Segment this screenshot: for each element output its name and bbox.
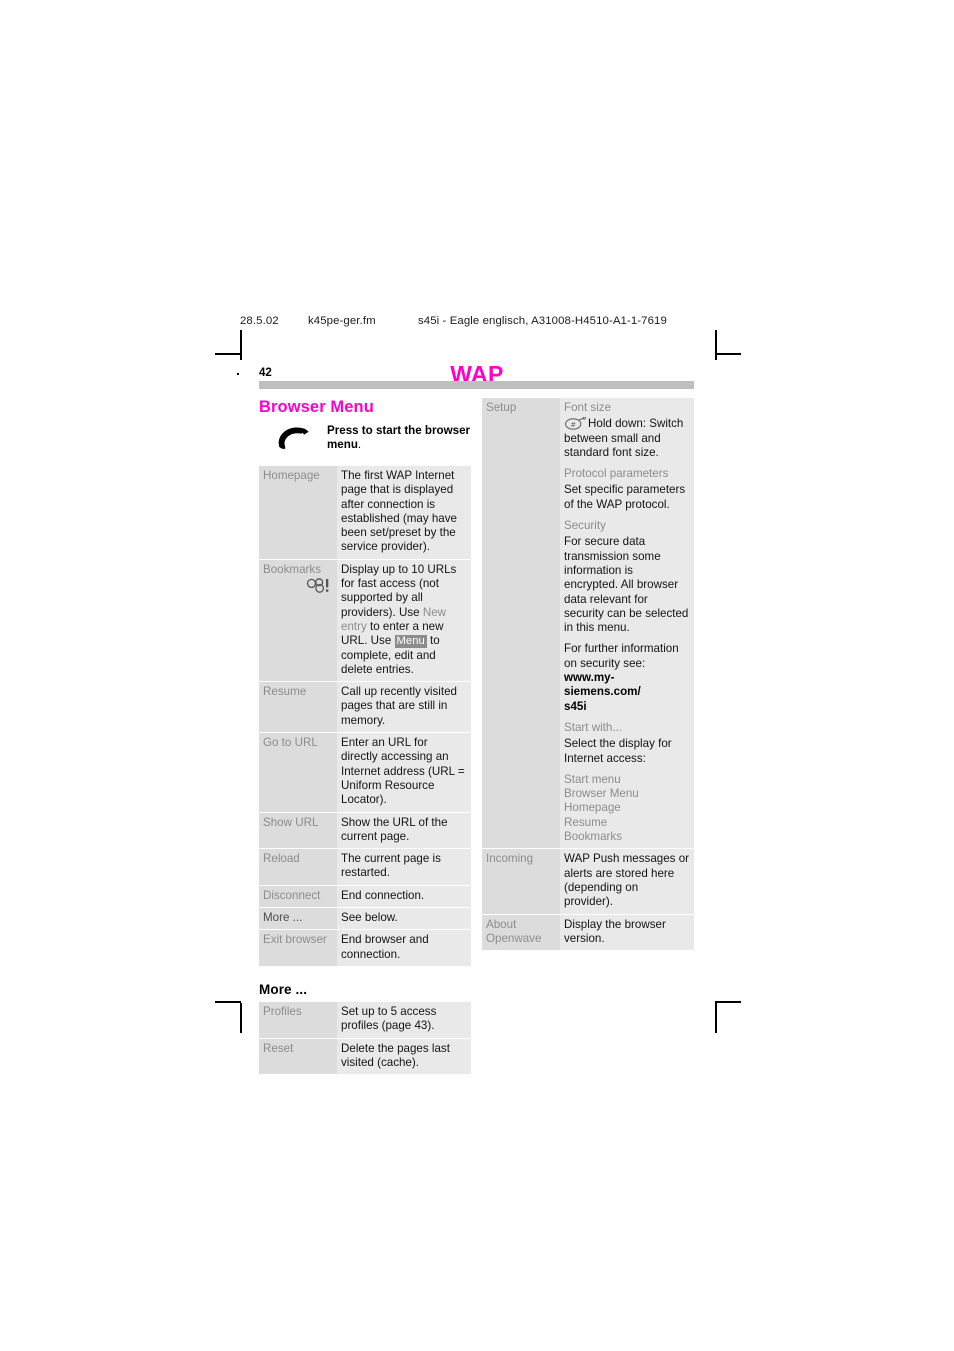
bookmarks-text-p2-pre: Use bbox=[399, 605, 423, 619]
row-key-setup: Setup bbox=[482, 398, 560, 850]
hash-key-icon: # bbox=[564, 417, 586, 431]
row-key-disconnect: Disconnect bbox=[259, 885, 337, 909]
row-key-incoming: Incoming bbox=[482, 848, 560, 915]
table-row: More ... See below. bbox=[259, 907, 471, 931]
start-with-option-browser-menu[interactable]: Browser Menu bbox=[564, 787, 690, 801]
table-row: Homepage The first WAP Internet page tha… bbox=[259, 466, 471, 560]
row-key-more: More ... bbox=[259, 907, 337, 931]
more-section-title: More ... bbox=[259, 981, 308, 997]
start-with-text: Select the display for Internet access: bbox=[564, 737, 672, 765]
row-value-go-to-url: Enter an URL for directly accessing an I… bbox=[337, 732, 471, 813]
crop-mark-bottom-left-vertical bbox=[240, 1003, 242, 1033]
crop-mark-top-left-horizontal bbox=[215, 353, 241, 355]
menu-softkey-chip[interactable]: Menu bbox=[394, 635, 427, 649]
security-url-line-1: www.my-siemens.com/ bbox=[564, 671, 641, 699]
crop-mark-top-right-horizontal bbox=[715, 353, 741, 355]
font-size-heading: Font size bbox=[564, 401, 612, 414]
setup-menu-table: Setup Font size # Hold down: Switch betw… bbox=[482, 398, 694, 951]
header-rule-bar bbox=[259, 381, 694, 389]
row-key-profiles: Profiles bbox=[259, 1001, 337, 1039]
row-value-homepage: The first WAP Internet page that is disp… bbox=[337, 466, 471, 560]
crop-mark-top-right-vertical bbox=[715, 330, 717, 360]
browser-menu-table: Homepage The first WAP Internet page tha… bbox=[259, 466, 471, 966]
security-url-line-2: s45i bbox=[564, 699, 587, 713]
running-header-filename: k45pe-ger.fm bbox=[308, 315, 376, 327]
running-header-reference: s45i - Eagle englisch, A31008-H4510-A1-1… bbox=[418, 315, 667, 327]
bookmarks-text-p3-pre: Use bbox=[370, 634, 395, 648]
bookmarks-icon bbox=[263, 578, 333, 597]
row-key-reload: Reload bbox=[259, 848, 337, 886]
security-heading: Security bbox=[564, 519, 606, 533]
row-value-reset: Delete the pages last visited (cache). bbox=[337, 1038, 471, 1075]
svg-text:#: # bbox=[571, 420, 576, 429]
row-key-bookmarks: Bookmarks bbox=[259, 559, 337, 683]
table-row: Exit browser End browser and connection. bbox=[259, 929, 471, 966]
crop-mark-bottom-left-horizontal bbox=[215, 1001, 241, 1003]
crop-mark-top-left-vertical bbox=[240, 330, 242, 360]
row-value-profiles: Set up to 5 access profiles (page 43). bbox=[337, 1001, 471, 1039]
phone-handset-icon bbox=[259, 424, 327, 450]
security-text-1: For secure data transmission some inform… bbox=[564, 535, 689, 635]
press-to-start-note-text: Press to start the browser menu. bbox=[327, 424, 471, 453]
table-row: Resume Call up recently visited pages th… bbox=[259, 681, 471, 734]
row-key-go-to-url: Go to URL bbox=[259, 732, 337, 813]
protocol-parameters-heading: Protocol parameters bbox=[564, 467, 669, 481]
more-menu-table: Profiles Set up to 5 access profiles (pa… bbox=[259, 1001, 471, 1075]
row-value-disconnect: End connection. bbox=[337, 885, 471, 909]
table-row: Bookmarks Display up to 10 URLs for fast… bbox=[259, 559, 471, 683]
table-row: About Openwave Display the browser versi… bbox=[482, 914, 694, 951]
row-value-more: See below. bbox=[337, 907, 471, 931]
row-value-show-url: Show the URL of the current page. bbox=[337, 812, 471, 850]
row-value-about-openwave: Display the browser version. bbox=[560, 914, 694, 951]
row-key-exit-browser: Exit browser bbox=[259, 929, 337, 966]
right-column: Setup Font size # Hold down: Switch betw… bbox=[482, 398, 694, 951]
left-column: Browser Menu Press to start the browser … bbox=[259, 398, 471, 1075]
row-key-show-url: Show URL bbox=[259, 812, 337, 850]
page-title: Browser Menu bbox=[259, 398, 374, 416]
row-key-about-openwave-line-2: Openwave bbox=[486, 931, 542, 945]
table-row: Reload The current page is restarted. bbox=[259, 848, 471, 886]
start-with-option-homepage[interactable]: Homepage bbox=[564, 801, 690, 815]
table-row: Go to URL Enter an URL for directly acce… bbox=[259, 732, 471, 813]
start-with-option-resume[interactable]: Resume bbox=[564, 816, 690, 830]
press-to-start-note: Press to start the browser menu. bbox=[259, 424, 471, 458]
row-value-incoming: WAP Push messages or alerts are stored h… bbox=[560, 848, 694, 915]
row-value-exit-browser: End browser and connection. bbox=[337, 929, 471, 966]
start-with-option-start-menu[interactable]: Start menu bbox=[564, 773, 690, 787]
row-key-reset: Reset bbox=[259, 1038, 337, 1075]
row-value-setup: Font size # Hold down: Switch between sm… bbox=[560, 398, 694, 850]
press-to-start-note-bold: Press to start the browser menu bbox=[327, 424, 471, 452]
start-with-heading: Start with... bbox=[564, 720, 622, 734]
table-row: Incoming WAP Push messages or alerts are… bbox=[482, 848, 694, 915]
start-with-option-bookmarks[interactable]: Bookmarks bbox=[564, 830, 690, 844]
row-value-reload: The current page is restarted. bbox=[337, 848, 471, 886]
table-row: Show URL Show the URL of the current pag… bbox=[259, 812, 471, 850]
protocol-parameters-text: Set specific parameters of the WAP proto… bbox=[564, 483, 686, 511]
row-key-about-openwave-line-1: About bbox=[486, 917, 517, 931]
crop-mark-bottom-right-horizontal bbox=[715, 1001, 741, 1003]
row-value-resume: Call up recently visited pages that are … bbox=[337, 681, 471, 734]
running-header: 28.5.02 k45pe-ger.fm s45i - Eagle englisch… bbox=[240, 315, 667, 327]
crop-mark-bottom-right-vertical bbox=[715, 1003, 717, 1033]
row-key-bookmarks-label: Bookmarks bbox=[263, 562, 321, 576]
table-row: Profiles Set up to 5 access profiles (pa… bbox=[259, 1001, 471, 1039]
table-row: Disconnect End connection. bbox=[259, 885, 471, 909]
row-key-homepage: Homepage bbox=[259, 466, 337, 560]
table-row: Setup Font size # Hold down: Switch betw… bbox=[482, 398, 694, 850]
table-row: Reset Delete the pages last visited (cac… bbox=[259, 1038, 471, 1075]
row-value-bookmarks: Display up to 10 URLs for fast access (n… bbox=[337, 559, 471, 683]
row-key-about-openwave: About Openwave bbox=[482, 914, 560, 951]
row-key-resume: Resume bbox=[259, 681, 337, 734]
security-text-2: For further information on security see: bbox=[564, 642, 679, 670]
running-header-date: 28.5.02 bbox=[240, 315, 279, 327]
press-to-start-note-tail: . bbox=[357, 438, 362, 452]
manual-page: 28.5.02 k45pe-ger.fm s45i - Eagle englisch… bbox=[0, 0, 954, 1351]
